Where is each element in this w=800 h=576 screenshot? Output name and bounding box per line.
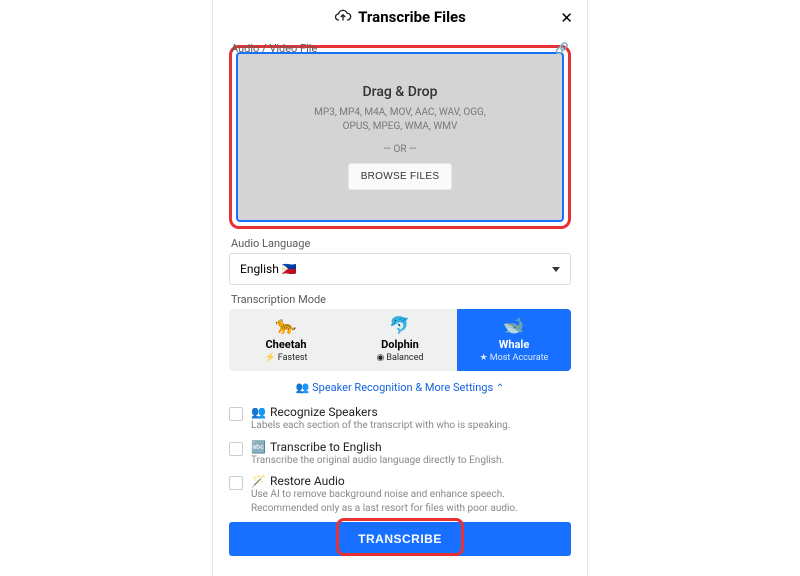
mode-group: 🐆 Cheetah ⚡Fastest 🐬 Dolphin ◉Balanced 🐋 Whale ★… — [229, 309, 571, 371]
option-emoji-icon: 👥 — [251, 405, 266, 419]
option-desc: Transcribe the original audio language d… — [251, 454, 504, 468]
mode-sub: ★Most Accurate — [480, 353, 549, 363]
mode-name: Dolphin — [381, 338, 419, 351]
modal-title-wrap: Transcribe Files — [334, 8, 466, 26]
option-checkbox[interactable] — [229, 476, 243, 490]
option-checkbox[interactable] — [229, 442, 243, 456]
dropzone-highlight: Drag & Drop MP3, MP4, M4A, MOV, AAC, WAV… — [229, 45, 571, 229]
more-settings-label: Speaker Recognition & More Settings — [312, 381, 493, 394]
modal-header: Transcribe Files ✕ — [213, 0, 587, 34]
file-field-label-row: Audio / Video File 🔗 — [231, 42, 569, 55]
language-value-wrap: English 🇵🇭 — [240, 262, 297, 276]
transcribe-modal: Transcribe Files ✕ Audio / Video File 🔗 … — [212, 0, 588, 576]
option-title: 👥Recognize Speakers — [251, 405, 510, 419]
option-desc: Use AI to remove background noise and en… — [251, 488, 571, 515]
speakers-emoji-icon: 👥 — [296, 381, 310, 394]
cloud-upload-icon — [334, 8, 352, 26]
mode-sub-icon: ★ — [480, 353, 488, 363]
mode-name: Whale — [499, 338, 530, 351]
option-emoji-icon: 🔤 — [251, 440, 266, 454]
option-row: 🔤Transcribe to EnglishTranscribe the ori… — [229, 440, 571, 468]
mode-name: Cheetah — [265, 338, 306, 351]
file-dropzone[interactable]: Drag & Drop MP3, MP4, M4A, MOV, AAC, WAV… — [236, 52, 564, 222]
mode-emoji-icon: 🐋 — [503, 318, 524, 335]
option-text: 👥Recognize SpeakersLabels each section o… — [251, 405, 510, 433]
submit-area: TRANSCRIBE — [229, 522, 571, 556]
mode-sub-icon: ⚡ — [265, 353, 276, 363]
file-field-label: Audio / Video File — [231, 42, 317, 55]
language-select[interactable]: English 🇵🇭 — [229, 253, 571, 285]
dropzone-formats-1: MP3, MP4, M4A, MOV, AAC, WAV, OGG, — [314, 106, 486, 120]
mode-dolphin[interactable]: 🐬 Dolphin ◉Balanced — [343, 309, 457, 371]
chevron-down-icon — [552, 267, 560, 272]
option-text: 🔤Transcribe to EnglishTranscribe the ori… — [251, 440, 504, 468]
mode-emoji-icon: 🐬 — [389, 318, 410, 335]
option-desc: Labels each section of the transcript wi… — [251, 419, 510, 433]
dropzone-title: Drag & Drop — [363, 84, 438, 100]
mode-sub: ◉Balanced — [377, 353, 424, 363]
modal-title: Transcribe Files — [358, 8, 466, 26]
mode-emoji-icon: 🐆 — [275, 318, 296, 335]
mode-field-label: Transcription Mode — [231, 293, 569, 306]
chevron-up-icon: ⌃ — [496, 383, 504, 394]
option-row: 👥Recognize SpeakersLabels each section o… — [229, 405, 571, 433]
more-settings-toggle[interactable]: 👥 Speaker Recognition & More Settings ⌃ — [229, 381, 571, 394]
language-flag-icon: 🇵🇭 — [282, 263, 297, 275]
mode-cheetah[interactable]: 🐆 Cheetah ⚡Fastest — [229, 309, 343, 371]
language-value: English — [240, 262, 279, 276]
option-title: 🔤Transcribe to English — [251, 440, 504, 454]
close-icon[interactable]: ✕ — [560, 9, 573, 27]
option-text: 🪄Restore AudioUse AI to remove backgroun… — [251, 474, 571, 515]
mode-sub: ⚡Fastest — [265, 353, 308, 363]
mode-whale[interactable]: 🐋 Whale ★Most Accurate — [457, 309, 571, 371]
dropzone-formats-2: OPUS, MPEG, WMA, WMV — [343, 120, 458, 134]
option-emoji-icon: 🪄 — [251, 474, 266, 488]
dropzone-or: — OR — — [383, 144, 417, 155]
option-row: 🪄Restore AudioUse AI to remove backgroun… — [229, 474, 571, 515]
browse-files-button[interactable]: BROWSE FILES — [348, 163, 453, 190]
language-field-label: Audio Language — [231, 237, 569, 250]
transcribe-button[interactable]: TRANSCRIBE — [229, 522, 571, 556]
link-icon[interactable]: 🔗 — [555, 42, 569, 55]
mode-sub-icon: ◉ — [377, 353, 385, 363]
option-checkbox[interactable] — [229, 407, 243, 421]
modal-body: Audio / Video File 🔗 Drag & Drop MP3, MP… — [213, 34, 587, 576]
options-list: 👥Recognize SpeakersLabels each section o… — [229, 400, 571, 522]
option-title: 🪄Restore Audio — [251, 474, 571, 488]
